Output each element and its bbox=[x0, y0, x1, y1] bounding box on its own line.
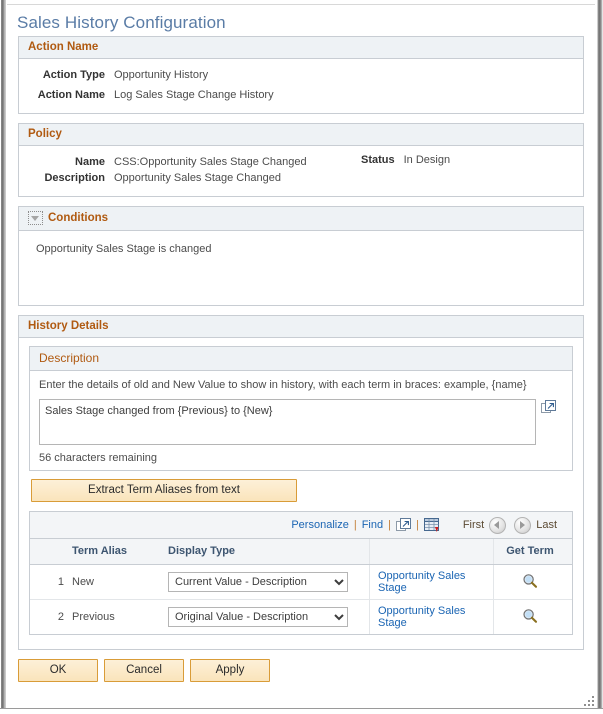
arrow-right-icon[interactable] bbox=[514, 516, 532, 534]
policy-status-label: Status bbox=[361, 154, 395, 166]
row-number: 2 bbox=[57, 611, 64, 623]
column-header-get-term: Get Term bbox=[493, 539, 572, 565]
table-row: 1 New Current Value - Description Opport… bbox=[30, 564, 572, 600]
display-type-select-1[interactable]: Current Value - Description bbox=[168, 572, 348, 592]
policy-name-col: Name CSS:Opportunity Sales Stage Changed bbox=[27, 154, 357, 170]
policy-group-title: Policy bbox=[28, 128, 62, 140]
conditions-group-header: Conditions bbox=[19, 207, 583, 231]
description-input-wrap bbox=[39, 399, 563, 445]
action-type-row: Action Type Opportunity History bbox=[27, 69, 575, 81]
term-link-2[interactable]: Opportunity Sales Stage bbox=[378, 605, 465, 629]
policy-name-label: Name bbox=[75, 156, 105, 168]
search-icon[interactable] bbox=[522, 608, 538, 624]
apply-button[interactable]: Apply bbox=[190, 659, 270, 682]
action-type-label: Action Type bbox=[42, 69, 105, 81]
grid-download-icon[interactable] bbox=[423, 517, 441, 533]
toolbar-separator-2: | bbox=[388, 519, 391, 531]
policy-description-value: Opportunity Sales Stage Changed bbox=[114, 172, 281, 184]
footer-buttons: OK Cancel Apply bbox=[18, 659, 594, 682]
row-number: 1 bbox=[30, 564, 64, 600]
arrow-left-icon[interactable] bbox=[489, 516, 507, 534]
expand-window-icon[interactable] bbox=[541, 400, 556, 414]
description-panel-title: Description bbox=[39, 351, 100, 365]
page-title: Sales History Configuration bbox=[17, 13, 226, 32]
display-type-select-2[interactable]: Original Value - Description bbox=[168, 607, 348, 627]
policy-group-body: Name CSS:Opportunity Sales Stage Changed… bbox=[19, 146, 583, 196]
dialog-window: Sales History Configuration Action Name … bbox=[0, 0, 603, 714]
window-right-edge bbox=[595, 0, 603, 714]
conditions-text: Opportunity Sales Stage is changed bbox=[36, 243, 212, 255]
action-name-group-header: Action Name bbox=[19, 37, 583, 59]
description-panel: Description Enter the details of old and… bbox=[29, 346, 573, 471]
column-header-term-alias: Term Alias bbox=[64, 539, 160, 565]
history-details-group-title: History Details bbox=[28, 320, 109, 332]
term-link-1[interactable]: Opportunity Sales Stage bbox=[378, 570, 465, 594]
page-content: Sales History Configuration Action Name … bbox=[8, 5, 594, 708]
new-window-icon[interactable] bbox=[395, 518, 411, 532]
column-header-term bbox=[369, 539, 494, 565]
row-term-alias: Previous bbox=[72, 611, 115, 623]
row-display-type-cell: Original Value - Description bbox=[160, 599, 370, 634]
window-bottom-edge bbox=[0, 708, 603, 714]
policy-description-row: Description Opportunity Sales Stage Chan… bbox=[27, 172, 575, 184]
row-term-cell: Opportunity Sales Stage bbox=[369, 599, 494, 634]
action-name-group-title: Action Name bbox=[28, 41, 99, 53]
conditions-group-title: Conditions bbox=[48, 212, 109, 224]
term-alias-grid: Personalize | Find | | First Last Term A… bbox=[29, 511, 573, 635]
policy-status-value: In Design bbox=[403, 154, 451, 166]
action-name-group: Action Name Action Type Opportunity Hist… bbox=[18, 36, 584, 114]
table-row: 2 Previous Original Value - Description … bbox=[30, 599, 573, 635]
grid-toolbar: Personalize | Find | | First Last bbox=[30, 512, 572, 539]
first-label: First bbox=[462, 519, 485, 531]
policy-status-col: Status In Design bbox=[357, 154, 575, 170]
row-get-term-cell bbox=[494, 600, 573, 635]
policy-name-value: CSS:Opportunity Sales Stage Changed bbox=[114, 156, 307, 168]
description-textarea[interactable] bbox=[39, 399, 536, 445]
conditions-group: Conditions Opportunity Sales Stage is ch… bbox=[18, 206, 584, 306]
characters-remaining-text: 56 characters remaining bbox=[39, 452, 158, 464]
search-icon[interactable] bbox=[522, 573, 538, 589]
last-label: Last bbox=[536, 519, 557, 531]
action-name-label: Action Name bbox=[37, 89, 105, 101]
policy-top-row: Name CSS:Opportunity Sales Stage Changed… bbox=[27, 154, 575, 170]
table-header-row: Term Alias Display Type Get Term bbox=[30, 539, 572, 565]
policy-group-header: Policy bbox=[19, 124, 583, 146]
action-name-group-body: Action Type Opportunity History Action N… bbox=[19, 59, 583, 113]
action-type-value: Opportunity History bbox=[114, 69, 209, 81]
conditions-group-body: Opportunity Sales Stage is changed bbox=[19, 231, 583, 305]
row-display-type-cell: Current Value - Description bbox=[160, 564, 370, 600]
description-panel-header: Description bbox=[30, 347, 572, 371]
cancel-button[interactable]: Cancel bbox=[104, 659, 184, 682]
ok-button[interactable]: OK bbox=[18, 659, 98, 682]
toolbar-separator-3: | bbox=[415, 519, 419, 531]
history-details-group-body: Description Enter the details of old and… bbox=[19, 338, 583, 649]
personalize-link[interactable]: Personalize bbox=[291, 519, 348, 531]
history-details-group: History Details Description Enter the de… bbox=[18, 315, 584, 650]
policy-name-row: Name CSS:Opportunity Sales Stage Changed bbox=[27, 156, 357, 168]
action-name-value: Log Sales Stage Change History bbox=[114, 89, 274, 101]
column-header-display-type: Display Type bbox=[160, 539, 370, 565]
term-alias-table: Term Alias Display Type Get Term 1 New C… bbox=[30, 539, 572, 634]
row-term-cell: Opportunity Sales Stage bbox=[369, 564, 494, 600]
policy-group: Policy Name CSS:Opportunity Sales Stage … bbox=[18, 123, 584, 197]
toolbar-separator-1: | bbox=[353, 519, 357, 531]
row-get-term-cell bbox=[493, 564, 572, 600]
description-hint: Enter the details of old and New Value t… bbox=[39, 379, 527, 391]
history-details-group-header: History Details bbox=[19, 316, 583, 338]
column-header-num bbox=[30, 539, 64, 565]
action-name-row: Action Name Log Sales Stage Change Histo… bbox=[27, 89, 575, 101]
row-term-alias: New bbox=[64, 564, 160, 600]
policy-description-label: Description bbox=[44, 172, 105, 184]
window-left-edge bbox=[0, 0, 7, 714]
extract-term-aliases-button[interactable]: Extract Term Aliases from text bbox=[31, 479, 297, 502]
find-link[interactable]: Find bbox=[362, 519, 383, 531]
description-panel-body: Enter the details of old and New Value t… bbox=[30, 371, 572, 470]
triangle-down-icon[interactable] bbox=[28, 211, 43, 225]
